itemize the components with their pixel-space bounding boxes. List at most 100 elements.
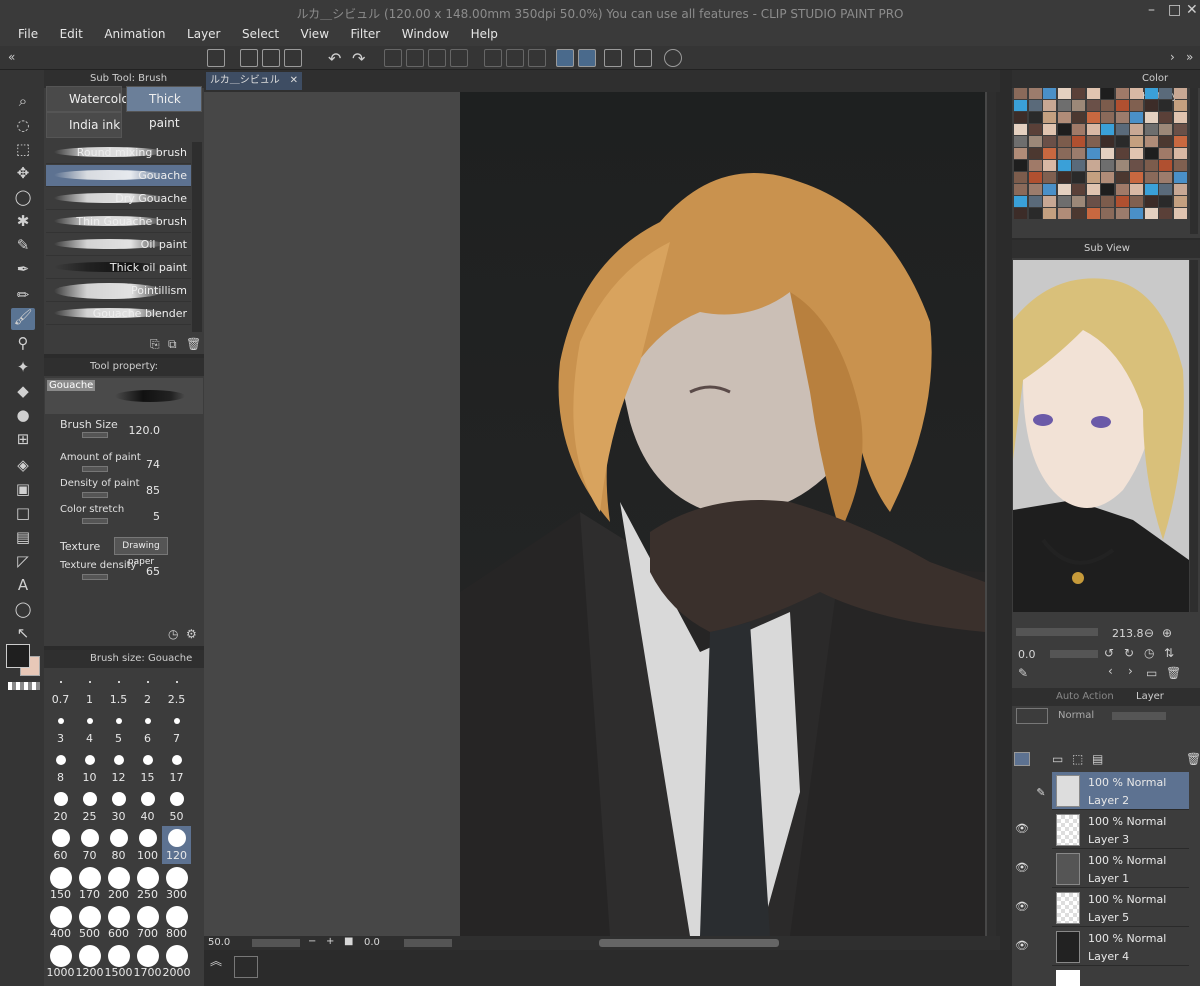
deselect-icon[interactable] xyxy=(484,49,502,67)
color-history-swatch[interactable] xyxy=(1101,160,1114,171)
fill-icon[interactable] xyxy=(428,49,446,67)
amount-slider[interactable] xyxy=(82,466,108,472)
brush-size-50[interactable]: 50 xyxy=(162,787,191,825)
smartphone-icon[interactable] xyxy=(634,49,652,67)
brush-size-200[interactable]: 200 xyxy=(104,865,133,903)
brush-size-40[interactable]: 40 xyxy=(133,787,162,825)
menu-filter[interactable]: Filter xyxy=(333,24,381,44)
color-history-swatch[interactable] xyxy=(1057,88,1071,99)
color-history-swatch[interactable] xyxy=(1115,148,1129,159)
color-history-swatch[interactable] xyxy=(1086,100,1100,111)
color-history-swatch[interactable] xyxy=(1014,112,1027,123)
brush-item[interactable]: Thick oil paint xyxy=(46,257,191,279)
color-history-swatch[interactable] xyxy=(1173,148,1187,159)
color-history-swatch[interactable] xyxy=(1115,208,1129,219)
brush-size-300[interactable]: 300 xyxy=(162,865,191,903)
color-history-swatch[interactable] xyxy=(1014,160,1027,171)
color-history-swatch[interactable] xyxy=(1028,112,1042,123)
color-history-swatch[interactable] xyxy=(1101,148,1114,159)
menu-layer[interactable]: Layer xyxy=(169,24,220,44)
new-vector-layer-icon[interactable]: ⬚ xyxy=(1072,752,1083,766)
eye-icon[interactable]: 👁 xyxy=(1015,939,1029,953)
color-history-swatch[interactable] xyxy=(1086,184,1100,195)
color-history-swatch[interactable] xyxy=(1159,160,1172,171)
show-selection-icon[interactable] xyxy=(528,49,546,67)
color-history-swatch[interactable] xyxy=(1043,184,1056,195)
color-history-swatch[interactable] xyxy=(1159,172,1172,183)
color-history-swatch[interactable] xyxy=(1028,172,1042,183)
color-history-swatch[interactable] xyxy=(1086,172,1100,183)
clear-icon[interactable] xyxy=(384,49,402,67)
zoom-value[interactable]: 50.0 xyxy=(208,937,230,948)
zoom-out-icon[interactable]: ⊖ xyxy=(1144,626,1154,640)
color-history-swatch[interactable] xyxy=(1086,136,1100,147)
color-history-swatch[interactable] xyxy=(1173,160,1187,171)
snap-special-ruler-icon[interactable] xyxy=(578,49,596,67)
maximize-button[interactable]: □ xyxy=(1168,2,1181,18)
color-history-swatch[interactable] xyxy=(1072,136,1085,147)
color-history-swatch[interactable] xyxy=(1130,148,1143,159)
color-history-swatch[interactable] xyxy=(1144,148,1158,159)
density-slider[interactable] xyxy=(82,492,108,498)
color-history-swatch[interactable] xyxy=(1101,100,1114,111)
correct-line-icon[interactable]: ↖ xyxy=(13,624,33,642)
color-history-swatch[interactable] xyxy=(1130,184,1143,195)
open-file-icon[interactable] xyxy=(262,49,280,67)
color-history-swatch[interactable] xyxy=(1159,124,1172,135)
brush-size-600[interactable]: 600 xyxy=(104,904,133,942)
color-history-swatch[interactable] xyxy=(1130,100,1143,111)
close-button[interactable]: ✕ xyxy=(1186,2,1198,18)
color-history-swatch[interactable] xyxy=(1173,208,1187,219)
duplicate-subtool-icon[interactable]: ⧉ xyxy=(168,337,177,352)
color-history-swatch[interactable] xyxy=(1144,184,1158,195)
brush-size-3[interactable]: 3 xyxy=(46,709,75,747)
next-icon[interactable]: › xyxy=(1128,664,1133,678)
angle-value[interactable]: 0.0 xyxy=(364,937,380,948)
subtool-scrollbar[interactable] xyxy=(192,142,202,332)
brush-size-10[interactable]: 10 xyxy=(75,748,104,786)
brush-size-1700[interactable]: 1700 xyxy=(133,943,162,981)
zoom-out-icon[interactable]: − xyxy=(308,936,316,947)
menu-select[interactable]: Select xyxy=(224,24,279,44)
brush-size-12[interactable]: 12 xyxy=(104,748,133,786)
brush-size-100[interactable]: 100 xyxy=(133,826,162,864)
brush-item[interactable]: Pointillism xyxy=(46,280,191,302)
color-history-swatch[interactable] xyxy=(1115,160,1129,171)
color-history-swatch[interactable] xyxy=(1101,208,1114,219)
eraser-icon[interactable]: ◆ xyxy=(13,382,33,400)
open-image-icon[interactable]: ▭ xyxy=(1146,666,1157,680)
color-history-swatch[interactable] xyxy=(1072,172,1085,183)
artwork-canvas[interactable] xyxy=(460,92,985,936)
color-history-swatch[interactable] xyxy=(1086,124,1100,135)
move-layer-icon[interactable]: ✥ xyxy=(13,164,33,182)
color-stretch-value[interactable]: 5 xyxy=(138,510,160,523)
layer-row-layer-4[interactable]: 100 % Normal Layer 4 xyxy=(1052,928,1189,966)
auto-select-icon[interactable]: ✱ xyxy=(13,212,33,230)
color-history-swatch[interactable] xyxy=(1014,172,1027,183)
brush-size-20[interactable]: 20 xyxy=(46,787,75,825)
brush-size-250[interactable]: 250 xyxy=(133,865,162,903)
color-history-swatch[interactable] xyxy=(1028,88,1042,99)
brush-size-150[interactable]: 150 xyxy=(46,865,75,903)
minimize-button[interactable]: – xyxy=(1148,2,1155,18)
color-history-swatch[interactable] xyxy=(1072,100,1085,111)
brush-size-120[interactable]: 120 xyxy=(162,826,191,864)
color-history-swatch[interactable] xyxy=(1028,124,1042,135)
collapse-icon[interactable]: « xyxy=(8,50,15,64)
menu-animation[interactable]: Animation xyxy=(86,24,165,44)
brush-size-1200[interactable]: 1200 xyxy=(75,943,104,981)
decoration-icon[interactable]: ✦ xyxy=(13,358,33,376)
sub-view-angle-slider[interactable] xyxy=(1050,650,1098,658)
color-history-swatch[interactable] xyxy=(1173,112,1187,123)
brush-icon[interactable]: 🖌 xyxy=(11,308,35,330)
grid-icon[interactable]: ⊞ xyxy=(13,430,33,448)
color-history-swatch[interactable] xyxy=(1130,112,1143,123)
brush-size-0.7[interactable]: 0.7 xyxy=(46,670,75,708)
color-history-swatch[interactable] xyxy=(1057,124,1071,135)
pen-icon[interactable]: ✒ xyxy=(13,260,33,278)
color-history-swatch[interactable] xyxy=(1072,148,1085,159)
zoom-in-icon[interactable]: + xyxy=(326,936,334,947)
color-history-swatch[interactable] xyxy=(1043,172,1056,183)
brush-size-2000[interactable]: 2000 xyxy=(162,943,191,981)
eyedropper-icon[interactable]: ✎ xyxy=(13,236,33,254)
